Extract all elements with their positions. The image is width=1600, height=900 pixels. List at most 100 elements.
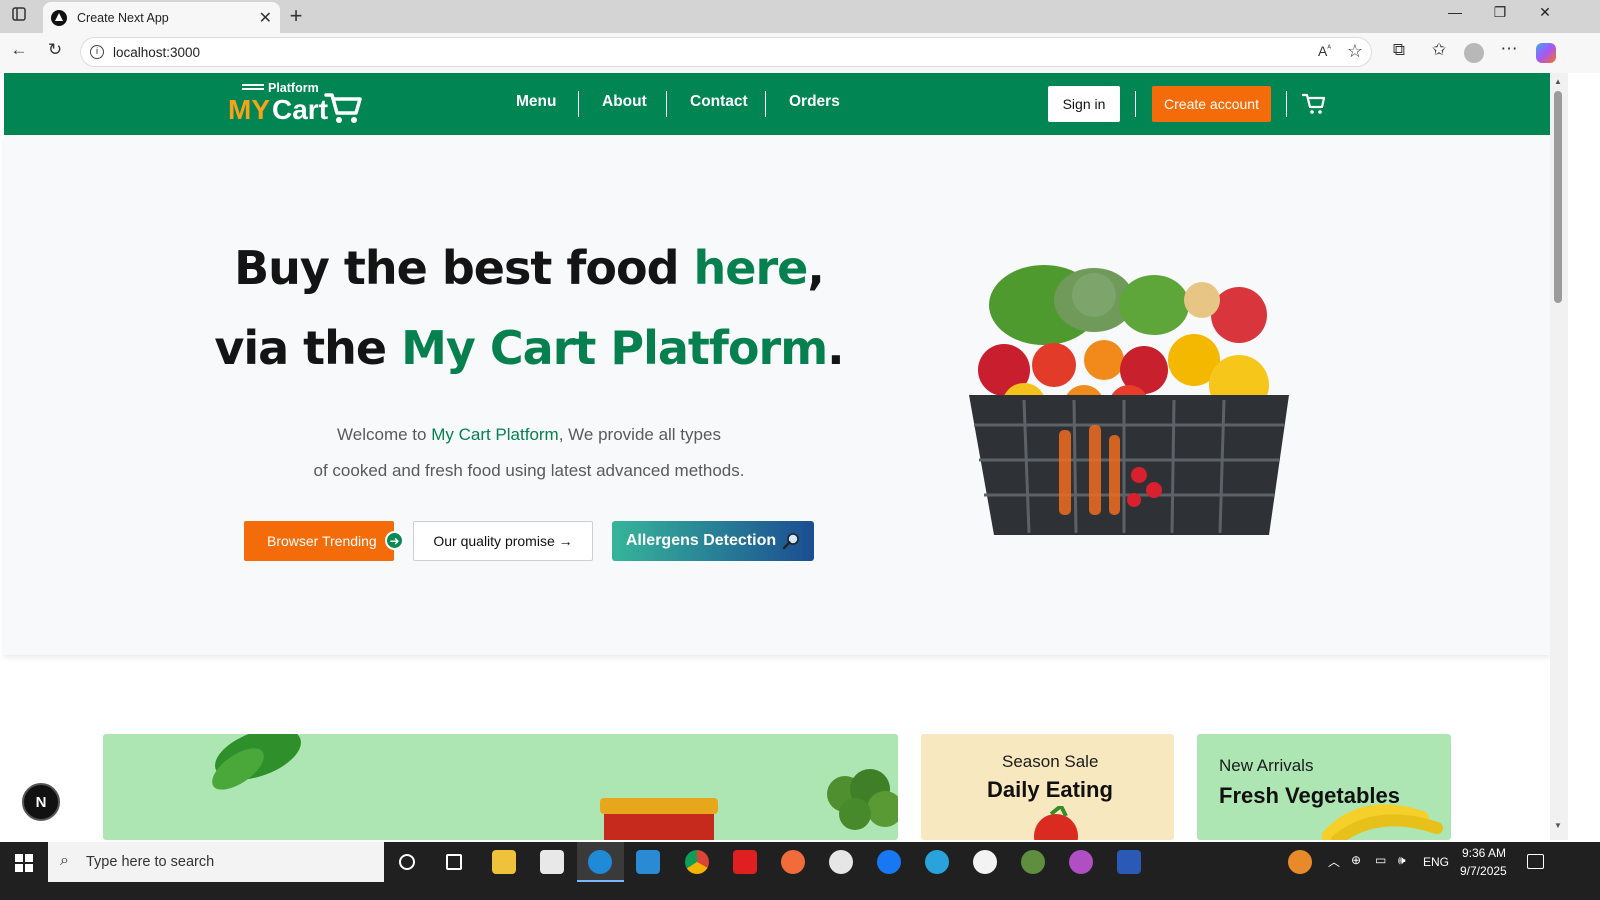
daily-eating-title: Daily Eating — [987, 777, 1113, 802]
hero-subtitle-line1: Welcome to My Cart Platform, We provide … — [4, 425, 1054, 445]
extensions-icon[interactable]: ⧉ — [1386, 40, 1412, 60]
subtitle-text: , We provide all types — [558, 425, 721, 444]
site-header: Platform MY Cart Menu About Contact Orde… — [4, 73, 1550, 135]
telegram-icon[interactable] — [925, 850, 949, 874]
restore-icon[interactable]: ❐ — [1480, 4, 1520, 21]
header-divider — [1286, 91, 1287, 117]
address-bar[interactable]: i localhost:3000 Aᴬ ☆ — [80, 37, 1372, 67]
cart-icon[interactable] — [1302, 93, 1326, 115]
header-divider — [1135, 91, 1136, 117]
windows-taskbar: ⌕ Type here to search ︿ ⊕ ▭ 🕪 ENG 9:36 A… — [0, 842, 1600, 882]
app-store-icon[interactable] — [829, 850, 853, 874]
create-account-button[interactable]: Create account — [1152, 86, 1271, 122]
taskbar-search-placeholder: Type here to search — [86, 854, 215, 870]
scrollbar-thumb[interactable] — [1554, 91, 1562, 303]
nav-contact[interactable]: Contact — [690, 93, 748, 111]
sign-in-button[interactable]: Sign in — [1048, 86, 1120, 122]
profile-avatar[interactable] — [1464, 43, 1484, 63]
vscode-icon[interactable] — [636, 850, 660, 874]
heading-text: , — [807, 241, 825, 295]
allergens-detection-label: Allergens Detection — [625, 532, 777, 549]
mycart-logo[interactable]: Platform MY Cart — [228, 81, 368, 127]
youtube-icon[interactable] — [733, 850, 757, 874]
favorite-star-icon[interactable]: ☆ — [1347, 41, 1363, 62]
heading-highlight: here — [693, 241, 809, 295]
logo-cart-text: Cart — [272, 94, 329, 125]
volume-icon[interactable]: 🕪 — [1398, 853, 1406, 868]
close-tab-icon[interactable]: ✕ — [259, 8, 272, 28]
nextjs-favicon-icon — [51, 9, 67, 26]
refresh-icon[interactable]: ↻ — [42, 40, 68, 60]
facebook-icon[interactable] — [877, 850, 901, 874]
taskbar-search-input[interactable]: ⌕ Type here to search — [48, 842, 384, 882]
heading-text: Buy the best food — [234, 241, 694, 295]
subtitle-text: Welcome to — [337, 425, 432, 444]
nav-divider — [666, 91, 667, 117]
windows-start-icon[interactable] — [15, 854, 33, 872]
nextjs-dev-badge[interactable]: N — [22, 783, 60, 821]
mail-icon[interactable] — [540, 850, 564, 874]
site-info-icon[interactable]: i — [90, 45, 104, 59]
tab-actions-icon[interactable] — [6, 6, 32, 27]
heading-text: . — [827, 321, 845, 375]
scroll-down-icon[interactable]: ▼ — [1554, 821, 1562, 830]
taskbar-search-icon: ⌕ — [60, 852, 69, 869]
copilot-icon[interactable] — [1536, 43, 1556, 63]
promo-card-season-sale[interactable]: Season Sale Daily Eating — [921, 734, 1174, 840]
nav-about[interactable]: About — [602, 93, 647, 111]
cortana-icon[interactable] — [399, 854, 415, 870]
network-icon[interactable]: ⊕ — [1351, 853, 1361, 867]
browser-toolbar: ← ↻ i localhost:3000 Aᴬ ☆ ⧉ ✩ ⋯ — [0, 33, 1600, 73]
sauce-jar-image — [600, 798, 718, 840]
chrome-icon[interactable] — [685, 850, 709, 874]
browser-tab[interactable]: Create Next App ✕ — [43, 2, 280, 33]
arrow-right-icon[interactable]: ➜ — [385, 531, 404, 550]
allergens-detection-button[interactable]: Allergens Detection — [612, 521, 814, 561]
tomato-image — [1034, 806, 1078, 840]
settings-app-icon[interactable] — [1021, 850, 1045, 874]
notifications-icon[interactable] — [1527, 854, 1544, 869]
nav-menu[interactable]: Menu — [516, 93, 556, 111]
quality-promise-button[interactable]: Our quality promise → — [413, 521, 593, 561]
close-window-icon[interactable]: ✕ — [1525, 4, 1565, 21]
minimize-icon[interactable]: — — [1435, 4, 1475, 20]
hero-section: Buy the best food here, via the My Cart … — [4, 135, 1550, 655]
edge-icon[interactable] — [588, 850, 612, 874]
file-explorer-icon[interactable] — [492, 850, 516, 874]
battery-icon[interactable]: ▭ — [1375, 853, 1386, 867]
heading-text: via the — [214, 321, 402, 375]
taskbar-bottom-strip — [0, 882, 1600, 900]
clock-time[interactable]: 9:36 AM — [1462, 846, 1506, 860]
word-icon[interactable] — [1117, 850, 1141, 874]
nav-orders[interactable]: Orders — [789, 93, 840, 111]
mongodb-icon[interactable] — [973, 850, 997, 874]
promo-card-new-arrivals[interactable]: New Arrivals Fresh Vegetables — [1197, 734, 1451, 840]
language-indicator[interactable]: ENG — [1423, 855, 1449, 869]
obs-icon[interactable] — [1069, 850, 1093, 874]
season-sale-label: Season Sale — [1002, 752, 1099, 771]
task-view-icon[interactable] — [446, 854, 462, 870]
nav-divider — [765, 91, 766, 117]
clock-date[interactable]: 9/7/2025 — [1460, 864, 1507, 878]
tray-chevron-icon[interactable]: ︿ — [1328, 853, 1340, 870]
tab-title: Create Next App — [77, 10, 169, 25]
page-scrollbar[interactable]: ▲ ▼ — [1550, 73, 1568, 840]
vegetable-basket-image — [969, 265, 1289, 535]
scroll-up-icon[interactable]: ▲ — [1554, 77, 1562, 86]
postman-icon[interactable] — [781, 850, 805, 874]
favorites-icon[interactable]: ✩ — [1426, 40, 1452, 60]
promo-banner-main[interactable] — [103, 734, 898, 840]
new-tab-icon[interactable]: + — [283, 3, 309, 29]
url-text: localhost:3000 — [113, 44, 201, 60]
heading-highlight: My Cart Platform — [401, 321, 828, 375]
browser-trending-label: Browser Trending — [267, 533, 377, 549]
subtitle-highlight: My Cart Platform — [431, 425, 559, 444]
browser-trending-button[interactable]: Browser Trending — [244, 521, 394, 561]
new-arrivals-label: New Arrivals — [1219, 756, 1314, 775]
browser-tab-bar: Create Next App ✕ + — ❐ ✕ — [0, 0, 1600, 33]
back-icon[interactable]: ← — [6, 40, 32, 60]
logo-platform-text: Platform — [242, 81, 319, 95]
read-aloud-icon[interactable]: Aᴬ — [1318, 43, 1331, 59]
more-options-icon[interactable]: ⋯ — [1496, 39, 1522, 59]
weather-icon[interactable] — [1288, 850, 1312, 874]
